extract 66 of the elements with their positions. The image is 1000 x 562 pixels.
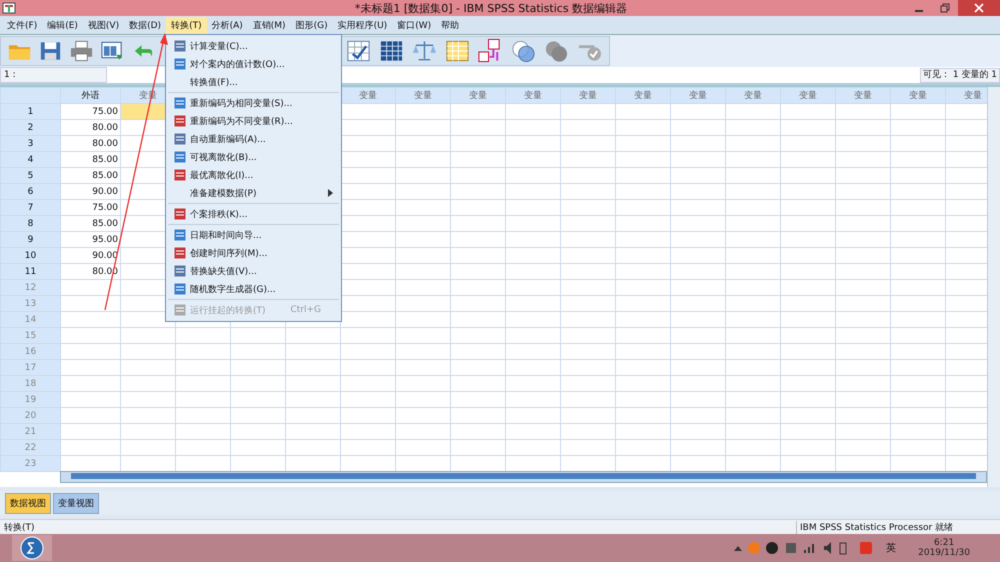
menu-option[interactable]: 创建时间序列(M)... bbox=[166, 244, 341, 262]
menu-option: 运行挂起的转换(T) Ctrl+G bbox=[166, 301, 341, 319]
row-header[interactable]: 1 bbox=[0, 104, 60, 120]
view-tab[interactable]: 变量视图 bbox=[53, 492, 99, 514]
view-tab[interactable]: 数据视图 bbox=[5, 492, 51, 514]
menu-option[interactable]: 个案排秩(K)... bbox=[166, 205, 341, 223]
clock-date[interactable]: 2019/11/30 bbox=[918, 548, 970, 558]
table-cell[interactable]: 75.00 bbox=[60, 200, 120, 216]
column-header[interactable]: 变量 bbox=[616, 88, 670, 104]
menu-item[interactable]: 转换(T) bbox=[166, 16, 207, 34]
menu-item[interactable]: 文件(F) bbox=[2, 16, 42, 34]
menu-item[interactable]: 视图(V) bbox=[82, 16, 124, 34]
column-header[interactable]: 变量 bbox=[836, 88, 890, 104]
column-header[interactable]: 变量 bbox=[396, 88, 450, 104]
row-header[interactable]: 10 bbox=[0, 248, 60, 264]
menu-item[interactable]: 实用程序(U) bbox=[332, 16, 392, 34]
column-header[interactable]: 变量 bbox=[450, 88, 506, 104]
menu-option[interactable]: 准备建模数据(P) bbox=[166, 184, 341, 202]
menu-item[interactable]: 数据(D) bbox=[124, 16, 166, 34]
table-cell[interactable]: 90.00 bbox=[60, 184, 120, 200]
menu-item[interactable]: 直销(M) bbox=[248, 16, 291, 34]
menu-option[interactable]: 自动重新编码(A)... bbox=[166, 130, 341, 148]
menu-option[interactable]: 随机数字生成器(G)... bbox=[166, 280, 341, 298]
row-header[interactable]: 2 bbox=[0, 120, 60, 136]
column-header[interactable]: 外语 bbox=[60, 88, 120, 104]
row-header[interactable]: 5 bbox=[0, 168, 60, 184]
table-cell[interactable]: 80.00 bbox=[60, 120, 120, 136]
row-header[interactable]: 7 bbox=[0, 200, 60, 216]
clock-time[interactable]: 6:21 bbox=[934, 538, 954, 548]
row-header[interactable]: 8 bbox=[0, 216, 60, 232]
menu-item[interactable]: 图形(G) bbox=[290, 16, 333, 34]
window-title: *未标题1 [数据集0] - IBM SPSS Statistics 数据编辑器 bbox=[354, 0, 628, 16]
table-cell[interactable]: 75.00 bbox=[60, 104, 120, 120]
cell-reference: 1 : bbox=[0, 67, 107, 83]
column-header[interactable]: 变量 bbox=[560, 88, 616, 104]
menu-item[interactable]: 分析(A) bbox=[206, 16, 248, 34]
row-header[interactable]: 3 bbox=[0, 136, 60, 152]
menu-option[interactable]: 替换缺失值(V)... bbox=[166, 262, 341, 280]
menu-item[interactable]: 帮助 bbox=[436, 16, 464, 34]
column-header[interactable]: 变量 bbox=[506, 88, 560, 104]
menu-item[interactable]: 编辑(E) bbox=[42, 16, 83, 34]
column-header[interactable]: 变量 bbox=[946, 88, 987, 104]
table-cell[interactable]: 80.00 bbox=[60, 136, 120, 152]
menu-option[interactable]: 重新编码为不同变量(R)... bbox=[166, 112, 341, 130]
column-header[interactable]: 变量 bbox=[670, 88, 726, 104]
menu-option[interactable]: 计算变量(C)... bbox=[166, 37, 341, 55]
table-cell[interactable]: 85.00 bbox=[60, 152, 120, 168]
menu-option[interactable]: 最优离散化(I)... bbox=[166, 166, 341, 184]
visible-variables-label: 可见： 1 变量的 1 bbox=[920, 68, 1000, 82]
row-header[interactable]: 11 bbox=[0, 264, 60, 280]
table-cell[interactable]: 85.00 bbox=[60, 216, 120, 232]
menu-option[interactable]: 日期和时间向导... bbox=[166, 226, 341, 244]
row-header[interactable]: 9 bbox=[0, 232, 60, 248]
menu-item[interactable]: 窗口(W) bbox=[392, 16, 436, 34]
column-header[interactable]: 变量 bbox=[780, 88, 836, 104]
table-cell[interactable]: 85.00 bbox=[60, 168, 120, 184]
table-cell[interactable]: 95.00 bbox=[60, 232, 120, 248]
column-header[interactable]: 变量 bbox=[890, 88, 946, 104]
column-header[interactable]: 变量 bbox=[726, 88, 780, 104]
row-header[interactable]: 6 bbox=[0, 184, 60, 200]
menu-option[interactable]: 可视离散化(B)... bbox=[166, 148, 341, 166]
menu-option[interactable]: 对个案内的值计数(O)... bbox=[166, 55, 341, 73]
column-header[interactable]: 变量 bbox=[340, 88, 396, 104]
ime-indicator[interactable]: 英 bbox=[886, 541, 896, 555]
status-text: 转换(T) bbox=[3, 522, 36, 534]
row-header[interactable]: 4 bbox=[0, 152, 60, 168]
